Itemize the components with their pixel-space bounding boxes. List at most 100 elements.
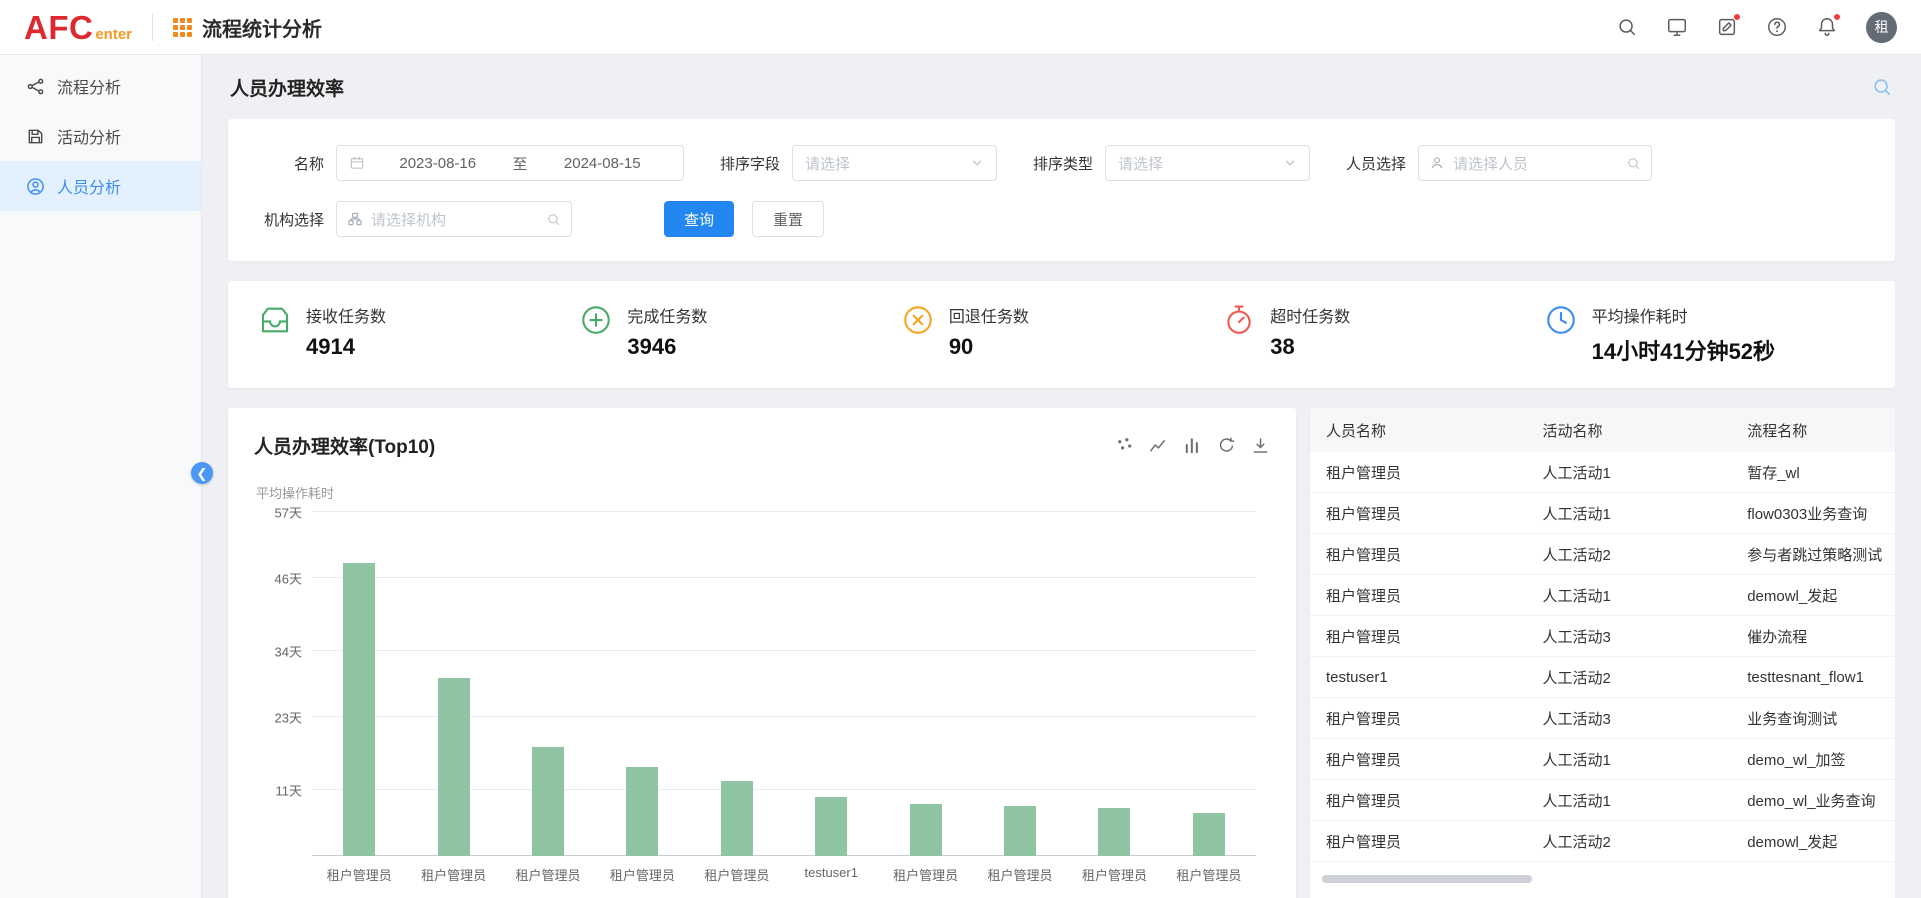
- app-title: 流程统计分析: [202, 13, 322, 42]
- person-placeholder: 请选择人员: [1453, 153, 1528, 174]
- filter-group-sort-type: 排序类型 请选择: [1027, 145, 1310, 181]
- logo[interactable]: AFC enter: [24, 11, 132, 44]
- table-cell: 人工活动1: [1526, 452, 1731, 492]
- date-end-value[interactable]: 2024-08-15: [534, 155, 672, 172]
- sidebar-collapse-button[interactable]: ❮: [191, 462, 213, 484]
- stat-value: 3946: [627, 334, 707, 360]
- page-header: 人员办理效率: [202, 55, 1921, 119]
- table-cell: demo_wl_加签: [1731, 739, 1895, 779]
- table-hscrollbar-track: [1322, 875, 1883, 883]
- table-row[interactable]: 租户管理员人工活动2demowl_发起: [1310, 821, 1895, 862]
- person-select-input[interactable]: 请选择人员: [1418, 145, 1652, 181]
- notification-dot: [1733, 13, 1741, 21]
- sort-field-label: 排序字段: [714, 153, 780, 174]
- bell-icon[interactable]: [1816, 16, 1838, 38]
- divider: [152, 13, 153, 41]
- search-icon[interactable]: [1616, 16, 1638, 38]
- y-tick-label: 34天: [275, 641, 302, 660]
- sort-field-select[interactable]: 请选择: [792, 145, 997, 181]
- table-cell: 参与者跳过策略测试: [1731, 534, 1895, 574]
- page-title: 人员办理效率: [230, 74, 344, 101]
- bar-chart-icon[interactable]: [1183, 436, 1202, 455]
- category-label: 租户管理员: [1067, 865, 1161, 884]
- efficiency-table-card: 人员名称活动名称流程名称 租户管理员人工活动1暂存_wl租户管理员人工活动1fl…: [1310, 408, 1895, 898]
- plus-circle-icon: [579, 303, 613, 337]
- table-row[interactable]: 租户管理员人工活动1demo_wl_加签: [1310, 739, 1895, 780]
- bar[interactable]: [626, 767, 658, 856]
- bar[interactable]: [532, 747, 564, 856]
- category-label: 租户管理员: [878, 865, 972, 884]
- date-range-picker[interactable]: 2023-08-16 至 2024-08-15: [336, 145, 684, 181]
- table-row[interactable]: 租户管理员人工活动1demo_wl_业务查询: [1310, 780, 1895, 821]
- table-cell: 人工活动1: [1526, 739, 1731, 779]
- table-cell: 人工活动1: [1526, 575, 1731, 615]
- bar[interactable]: [815, 797, 847, 856]
- table-row[interactable]: 租户管理员人工活动2参与者跳过策略测试: [1310, 534, 1895, 575]
- stat-received-tasks: 接收任务数 4914: [258, 303, 579, 366]
- refresh-icon[interactable]: [1217, 436, 1236, 455]
- avatar[interactable]: 租: [1866, 12, 1897, 43]
- edit-note-icon[interactable]: [1716, 16, 1738, 38]
- page-search-icon[interactable]: [1871, 76, 1893, 98]
- table-row[interactable]: 租户管理员人工活动1flow0303业务查询: [1310, 493, 1895, 534]
- stat-value: 14小时41分钟52秒: [1592, 334, 1775, 366]
- download-icon[interactable]: [1251, 436, 1270, 455]
- query-button[interactable]: 查询: [664, 201, 734, 237]
- date-start-value[interactable]: 2023-08-16: [369, 155, 507, 172]
- sort-type-select[interactable]: 请选择: [1105, 145, 1310, 181]
- sidebar-item-activity-analysis[interactable]: 活动分析: [0, 111, 201, 161]
- table-cell: 人工活动3: [1526, 616, 1731, 656]
- table-cell: 人工活动2: [1526, 534, 1731, 574]
- sidebar-item-person-analysis[interactable]: 人员分析: [0, 161, 201, 211]
- monitor-icon[interactable]: [1666, 16, 1688, 38]
- table-row[interactable]: testuser1人工活动2testtesnant_flow1: [1310, 657, 1895, 698]
- table-header-cell: 流程名称: [1731, 408, 1895, 452]
- reset-button[interactable]: 重置: [752, 201, 824, 237]
- bar[interactable]: [1004, 806, 1036, 856]
- efficiency-chart-card: 人员办理效率(Top10) 平均操作耗时 11天23天34天46天57天: [228, 408, 1296, 898]
- table-hscrollbar-thumb[interactable]: [1322, 875, 1532, 883]
- logo-text: AFC: [24, 11, 93, 44]
- stat-returned-tasks: 回退任务数 90: [901, 303, 1222, 366]
- table-cell: testuser1: [1310, 657, 1526, 697]
- stat-value: 4914: [306, 334, 386, 360]
- sidebar-item-process-analysis[interactable]: 流程分析: [0, 61, 201, 111]
- sidebar-item-label: 人员分析: [57, 174, 121, 198]
- bar[interactable]: [721, 781, 753, 856]
- chart-plot: 11天23天34天46天57天: [312, 512, 1256, 856]
- sort-type-placeholder: 请选择: [1118, 153, 1163, 174]
- org-select-label: 机构选择: [258, 209, 324, 230]
- logo-subtext: enter: [95, 26, 132, 43]
- table-row[interactable]: 租户管理员人工活动1暂存_wl: [1310, 452, 1895, 493]
- table-cell: 租户管理员: [1310, 780, 1526, 820]
- bar[interactable]: [1193, 813, 1225, 856]
- scatter-chart-icon[interactable]: [1115, 436, 1134, 455]
- help-icon[interactable]: [1766, 16, 1788, 38]
- table-row[interactable]: 租户管理员人工活动3业务查询测试: [1310, 698, 1895, 739]
- line-chart-icon[interactable]: [1149, 436, 1168, 455]
- table-row[interactable]: 租户管理员人工活动3催办流程: [1310, 616, 1895, 657]
- chart-toolbar: [1115, 436, 1270, 455]
- y-tick-label: 11天: [276, 780, 303, 799]
- layout: 流程分析 活动分析 人员分析 ❮ 人员办理效率 名称: [0, 55, 1921, 898]
- table-row[interactable]: 租户管理员人工活动1demowl_发起: [1310, 575, 1895, 616]
- filter-group-org: 机构选择 请选择机构: [258, 201, 572, 237]
- table-header-row: 人员名称活动名称流程名称: [1310, 408, 1895, 452]
- category-label: 租户管理员: [973, 865, 1067, 884]
- inbox-icon: [258, 303, 292, 337]
- bar[interactable]: [438, 678, 470, 856]
- bottom-section: 人员办理效率(Top10) 平均操作耗时 11天23天34天46天57天: [228, 408, 1895, 898]
- bar[interactable]: [1098, 808, 1130, 856]
- table-cell: 人工活动2: [1526, 821, 1731, 861]
- sort-field-placeholder: 请选择: [805, 153, 850, 174]
- filter-group-sort-field: 排序字段 请选择: [714, 145, 997, 181]
- sort-type-label: 排序类型: [1027, 153, 1093, 174]
- stats-panel: 接收任务数 4914 完成任务数 3946: [228, 281, 1895, 388]
- bar[interactable]: [343, 563, 375, 856]
- apps-grid-icon[interactable]: [173, 18, 192, 37]
- sidebar-item-label: 活动分析: [57, 124, 121, 148]
- activity-analysis-icon: [26, 127, 45, 146]
- stat-label: 平均操作耗时: [1592, 303, 1775, 327]
- bar[interactable]: [910, 804, 942, 857]
- org-select-input[interactable]: 请选择机构: [336, 201, 572, 237]
